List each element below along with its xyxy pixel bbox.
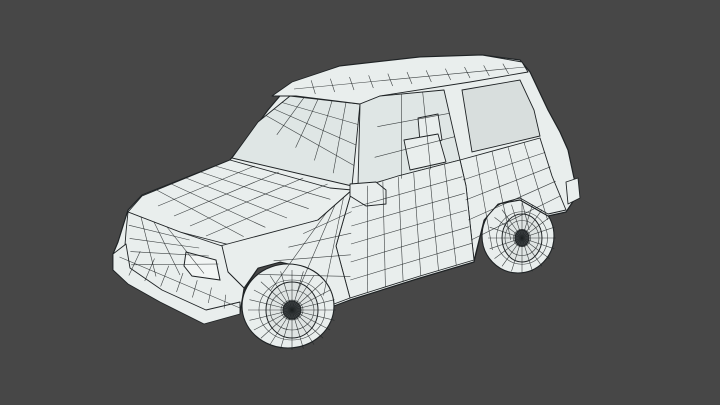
rear-bumper xyxy=(565,177,581,205)
wireframe-car-render xyxy=(112,54,581,350)
3d-viewport[interactable] xyxy=(0,0,720,405)
